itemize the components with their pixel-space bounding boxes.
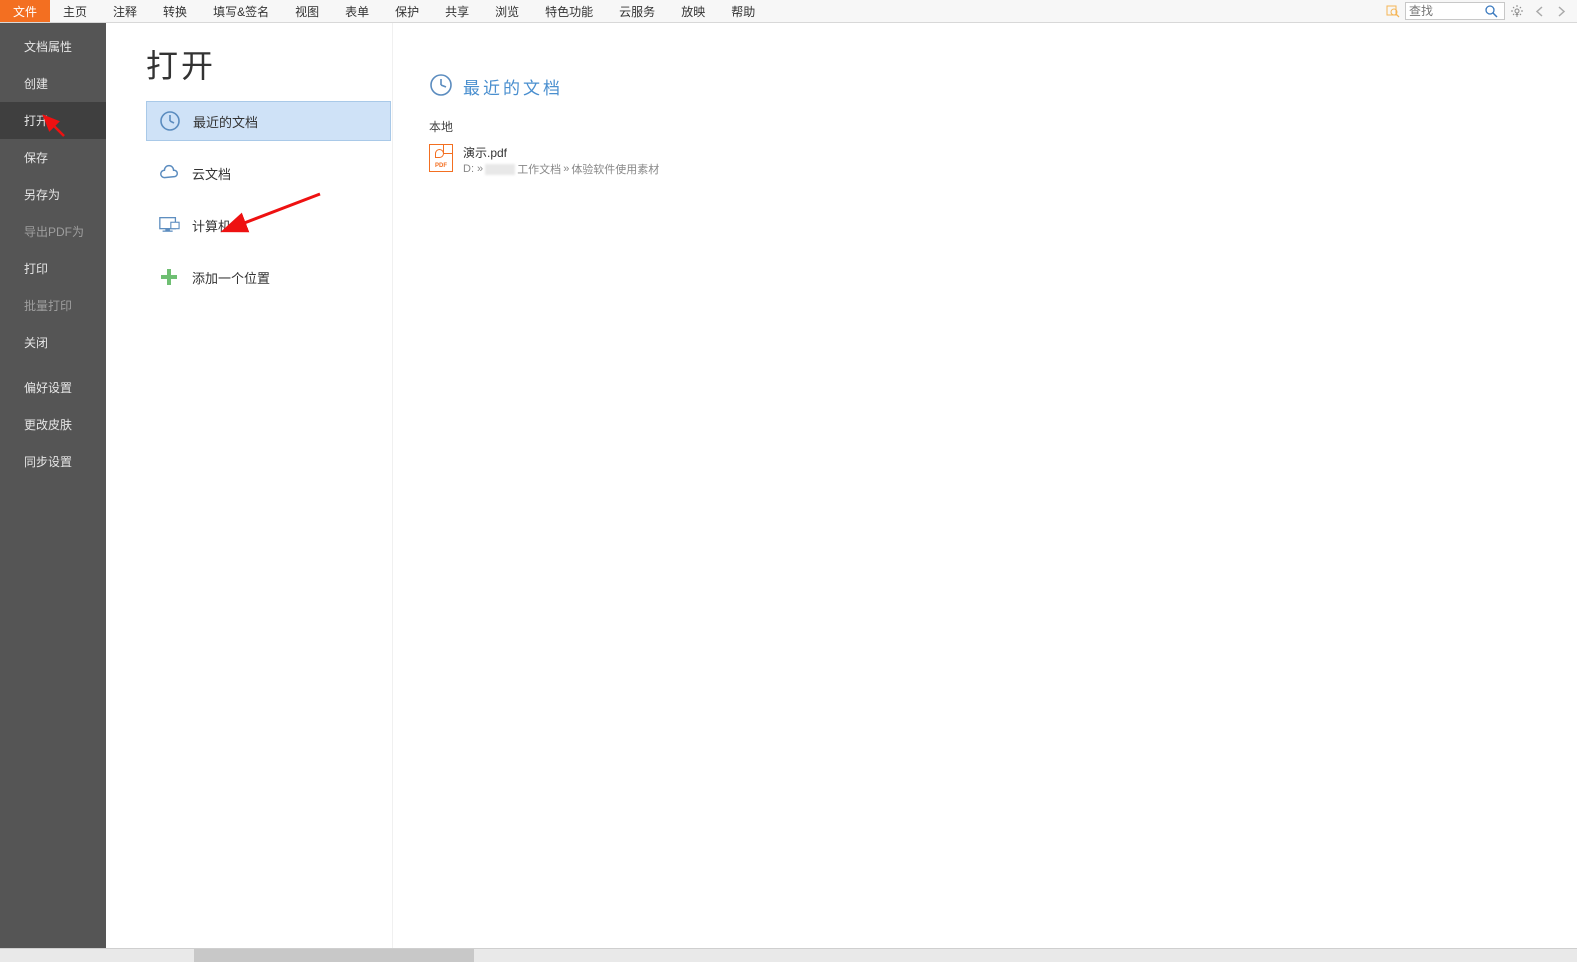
ribbon-tab-view[interactable]: 视图 — [282, 0, 332, 22]
computer-icon — [158, 214, 180, 236]
page-title: 打开 — [146, 41, 392, 87]
location-label: 添加一个位置 — [192, 268, 270, 287]
ribbon-tab-fill-sign[interactable]: 填写&签名 — [200, 0, 282, 22]
recent-documents-panel: 最近的文档 本地 PDF 演示.pdf D: » 工作文档 » 体验软件使用素材 — [392, 23, 1577, 948]
nav-next-icon[interactable] — [1551, 2, 1571, 20]
ribbon-tab-convert[interactable]: 转换 — [150, 0, 200, 22]
sidebar-item-preferences[interactable]: 偏好设置 — [0, 369, 106, 406]
main-area: 文档属性 创建 打开 保存 另存为 导出PDF为 打印 批量打印 关闭 偏好设置… — [0, 23, 1577, 948]
sidebar-item-props[interactable]: 文档属性 — [0, 28, 106, 65]
doc-name: 演示.pdf — [463, 144, 659, 161]
ribbon-tab-slideshow[interactable]: 放映 — [668, 0, 718, 22]
gear-icon[interactable] — [1507, 2, 1527, 20]
sidebar-item-save[interactable]: 保存 — [0, 139, 106, 176]
sidebar-item-export: 导出PDF为 — [0, 213, 106, 250]
sidebar-item-close[interactable]: 关闭 — [0, 324, 106, 361]
ribbon-tab-help[interactable]: 帮助 — [718, 0, 768, 22]
ribbon-tab-cloud[interactable]: 云服务 — [606, 0, 668, 22]
search-input[interactable] — [1406, 4, 1482, 18]
sidebar-item-create[interactable]: 创建 — [0, 65, 106, 102]
sidebar-item-print[interactable]: 打印 — [0, 250, 106, 287]
location-add[interactable]: 添加一个位置 — [146, 257, 391, 297]
ribbon-tab-annotate[interactable]: 注释 — [100, 0, 150, 22]
location-recent[interactable]: 最近的文档 — [146, 101, 391, 141]
ribbon-tab-protect[interactable]: 保护 — [382, 0, 432, 22]
ribbon-tab-form[interactable]: 表单 — [332, 0, 382, 22]
ribbon-tab-home[interactable]: 主页 — [50, 0, 100, 22]
plus-icon — [158, 266, 180, 288]
redacted-segment — [485, 164, 515, 175]
nav-prev-icon[interactable] — [1529, 2, 1549, 20]
search-icon[interactable] — [1482, 5, 1500, 18]
open-locations-panel: 打开 最近的文档 云文档 计算机 添加一个位置 — [106, 23, 392, 948]
ribbon-tab-browse[interactable]: 浏览 — [482, 0, 532, 22]
recent-doc-item[interactable]: PDF 演示.pdf D: » 工作文档 » 体验软件使用素材 — [429, 141, 1577, 180]
doc-path: D: » 工作文档 » 体验软件使用素材 — [463, 161, 659, 177]
location-label: 云文档 — [192, 164, 231, 183]
scroll-thumb[interactable] — [194, 949, 474, 962]
sidebar-item-skin[interactable]: 更改皮肤 — [0, 406, 106, 443]
location-computer[interactable]: 计算机 — [146, 205, 391, 245]
sidebar-item-batchprint: 批量打印 — [0, 287, 106, 324]
location-label: 最近的文档 — [193, 112, 258, 131]
cloud-icon — [158, 162, 180, 184]
location-label: 计算机 — [192, 216, 231, 235]
ribbon-right-tools — [1383, 0, 1577, 22]
ribbon-tab-file[interactable]: 文件 — [0, 0, 50, 22]
ribbon-tab-features[interactable]: 特色功能 — [532, 0, 606, 22]
ribbon-tabs: 文件 主页 注释 转换 填写&签名 视图 表单 保护 共享 浏览 特色功能 云服… — [0, 0, 1577, 23]
content-heading: 最近的文档 — [429, 73, 1577, 100]
pdf-file-icon: PDF — [429, 144, 453, 172]
file-sidebar: 文档属性 创建 打开 保存 另存为 导出PDF为 打印 批量打印 关闭 偏好设置… — [0, 23, 106, 948]
sidebar-item-sync[interactable]: 同步设置 — [0, 443, 106, 480]
ribbon-tab-share[interactable]: 共享 — [432, 0, 482, 22]
doc-meta: 演示.pdf D: » 工作文档 » 体验软件使用素材 — [463, 144, 659, 177]
content-heading-text: 最近的文档 — [463, 74, 563, 99]
sidebar-item-saveas[interactable]: 另存为 — [0, 176, 106, 213]
status-bar — [0, 948, 1577, 962]
section-local: 本地 — [429, 118, 1577, 135]
search-box[interactable] — [1405, 2, 1505, 20]
sidebar-item-open[interactable]: 打开 — [0, 102, 106, 139]
highlight-search-icon[interactable] — [1383, 2, 1403, 20]
clock-icon — [429, 73, 453, 100]
clock-icon — [159, 110, 181, 132]
location-cloud[interactable]: 云文档 — [146, 153, 391, 193]
